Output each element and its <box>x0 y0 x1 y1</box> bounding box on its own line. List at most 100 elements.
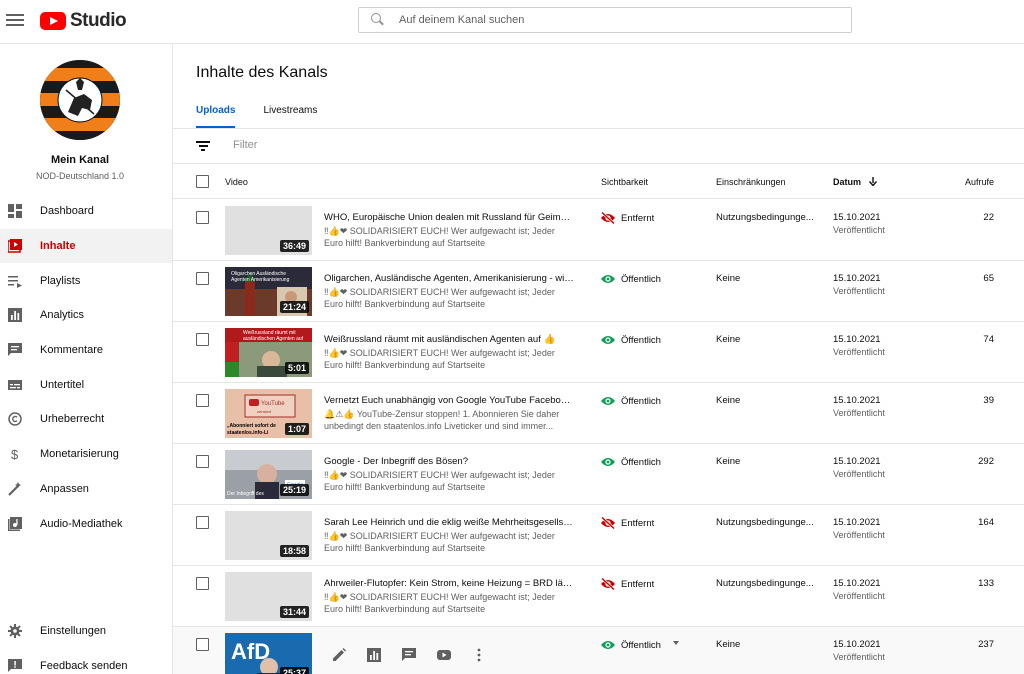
view-count: 22 <box>983 212 994 223</box>
analytics-icon[interactable] <box>366 647 382 663</box>
publish-status: Veröffentlicht <box>833 286 885 296</box>
sidebar-item-anpassen[interactable]: Anpassen <box>0 472 172 507</box>
filter-bar <box>173 129 1024 164</box>
svg-text:„Abonniert sofort de: „Abonniert sofort de <box>227 423 276 429</box>
column-header-video: Video <box>225 177 248 187</box>
visibility-status: Öffentlich <box>601 334 661 346</box>
visibility-status: Entfernt <box>601 578 654 590</box>
video-title[interactable]: Google - Der Inbegriff des Bösen? <box>324 456 574 467</box>
sidebar-item-label: Analytics <box>40 309 85 322</box>
column-header-date[interactable]: Datum <box>833 177 877 188</box>
sidebar-item-audio-mediathek[interactable]: Audio-Mediathek <box>0 506 172 541</box>
video-title[interactable]: Oligarchen, Ausländische Agenten, Amerik… <box>324 273 574 284</box>
video-thumbnail[interactable]: AfD 25:37 <box>225 633 312 674</box>
visibility-status: Entfernt <box>601 517 654 529</box>
sidebar-item-einstellungen[interactable]: Einstellungen <box>0 614 172 649</box>
eye-icon <box>601 456 621 468</box>
customize-icon <box>8 481 22 496</box>
video-thumbnail[interactable]: GoogleDer Inbegriff des25:19 <box>225 450 312 499</box>
row-checkbox[interactable] <box>196 638 209 651</box>
sidebar-item-analytics[interactable]: Analytics <box>0 298 172 333</box>
channel-avatar[interactable] <box>40 60 120 140</box>
video-title[interactable]: WHO, Europäische Union dealen mit Russla… <box>324 212 574 223</box>
video-thumbnail[interactable]: Weißrussland räumt mit ausländischen Agen… <box>225 328 312 377</box>
tab-livestreams[interactable]: Livestreams <box>263 100 317 128</box>
sidebar-item-dashboard[interactable]: Dashboard <box>0 194 172 229</box>
table-row[interactable]: Weißrussland räumt mit ausländischen Agen… <box>173 322 1024 383</box>
search-input[interactable] <box>399 14 819 26</box>
video-duration: 31:44 <box>279 606 309 618</box>
view-count: 164 <box>978 517 994 528</box>
edit-icon[interactable] <box>331 647 347 663</box>
table-row[interactable]: Oligarchen Ausländische Agenten Amerikani… <box>173 261 1024 322</box>
row-checkbox[interactable] <box>196 516 209 529</box>
video-description: ‼👍❤ SOLIDARISIERT EUCH! Wer aufgewacht i… <box>324 287 555 311</box>
column-header-date-label: Datum <box>833 177 862 187</box>
sidebar-item-inhalte[interactable]: Inhalte <box>0 228 172 264</box>
row-checkbox[interactable] <box>196 272 209 285</box>
visibility-label: Öffentlich <box>621 639 661 651</box>
svg-text:staatenlos.info-Li: staatenlos.info-Li <box>227 430 269 436</box>
filter-icon[interactable] <box>196 141 210 151</box>
row-checkbox[interactable] <box>196 333 209 346</box>
content-icon <box>8 239 22 253</box>
svg-text:ausländischen Agenten auf: ausländischen Agenten auf <box>243 336 304 342</box>
view-count: 237 <box>978 639 994 650</box>
video-title[interactable]: Ahrweiler-Flutopfer: Kein Strom, keine H… <box>324 578 574 589</box>
row-checkbox[interactable] <box>196 394 209 407</box>
visibility-label: Entfernt <box>621 517 655 529</box>
sidebar-item-playlists[interactable]: Playlists <box>0 263 172 298</box>
visibility-status[interactable]: Öffentlich <box>601 639 661 651</box>
view-count: 292 <box>978 456 994 467</box>
video-title[interactable]: Vernetzt Euch unabhängig von Google YouT… <box>324 395 574 406</box>
menu-icon[interactable] <box>6 11 24 29</box>
video-thumbnail[interactable]: 31:44 <box>225 572 312 621</box>
sidebar-item-feedback[interactable]: Feedback senden <box>0 649 172 674</box>
sidebar-item-untertitel[interactable]: Untertitel <box>0 367 172 402</box>
video-thumbnail[interactable]: Oligarchen Ausländische Agenten Amerikani… <box>225 267 312 316</box>
studio-logo[interactable]: Studio <box>40 10 127 32</box>
sidebar-item-kommentare[interactable]: Kommentare <box>0 333 172 368</box>
video-thumbnail[interactable]: 36:49 <box>225 206 312 255</box>
row-checkbox[interactable] <box>196 577 209 590</box>
analytics-icon <box>8 308 22 323</box>
column-header-visibility[interactable]: Sichtbarkeit <box>601 177 648 187</box>
more-options-icon[interactable] <box>471 647 487 663</box>
tab-uploads[interactable]: Uploads <box>196 100 236 128</box>
video-thumbnail[interactable]: YouTube zensiert „Abonniert sofort de staat… <box>225 389 312 438</box>
publish-status: Veröffentlicht <box>833 408 885 418</box>
table-row[interactable]: GoogleDer Inbegriff des25:19 Google - Der… <box>173 444 1024 505</box>
restrictions-value: Keine <box>716 639 741 650</box>
table-row[interactable]: 36:49 WHO, Europäische Union dealen mit R… <box>173 200 1024 261</box>
video-title[interactable]: Sarah Lee Heinrich und die eklig weiße M… <box>324 517 574 528</box>
youtube-play-icon[interactable] <box>436 647 452 663</box>
sidebar-item-label: Inhalte <box>40 240 76 253</box>
sidebar-item-label: Urheberrecht <box>40 413 105 426</box>
sidebar-item-monetarisierung[interactable]: $ Monetarisierung <box>0 437 172 472</box>
video-duration: 36:49 <box>279 240 309 252</box>
table-row[interactable]: AfD 25:37 Öffentlich Keine 15.10.2021 Veröffe… <box>173 627 1024 674</box>
select-all-checkbox[interactable] <box>196 175 209 188</box>
comments-icon[interactable] <box>401 647 417 663</box>
publish-date: 15.10.2021 <box>833 578 881 589</box>
video-title[interactable]: Weißrussland räumt mit ausländischen Age… <box>324 334 574 345</box>
row-checkbox[interactable] <box>196 211 209 224</box>
search-box[interactable] <box>358 7 852 33</box>
table-row[interactable]: 18:58 Sarah Lee Heinrich und die eklig we… <box>173 505 1024 566</box>
sidebar-item-label: Audio-Mediathek <box>40 517 123 530</box>
sort-arrow-down-icon <box>868 177 877 188</box>
sidebar-item-urheberrecht[interactable]: Urheberrecht <box>0 402 172 437</box>
restrictions-value: Nutzungsbedingunge... <box>716 212 814 223</box>
row-checkbox[interactable] <box>196 455 209 468</box>
column-header-views[interactable]: Aufrufe <box>965 177 994 187</box>
video-thumbnail[interactable]: 18:58 <box>225 511 312 560</box>
video-duration: 21:24 <box>279 301 309 313</box>
publish-date: 15.10.2021 <box>833 212 881 223</box>
filter-input[interactable] <box>233 139 533 151</box>
table-row[interactable]: 31:44 Ahrweiler-Flutopfer: Kein Strom, ke… <box>173 566 1024 627</box>
table-row[interactable]: YouTube zensiert „Abonniert sofort de staat… <box>173 383 1024 444</box>
publish-date: 15.10.2021 <box>833 273 881 284</box>
column-header-restrictions[interactable]: Einschränkungen <box>716 177 786 187</box>
publish-date: 15.10.2021 <box>833 334 881 345</box>
visibility-dropdown-icon[interactable] <box>673 641 679 645</box>
